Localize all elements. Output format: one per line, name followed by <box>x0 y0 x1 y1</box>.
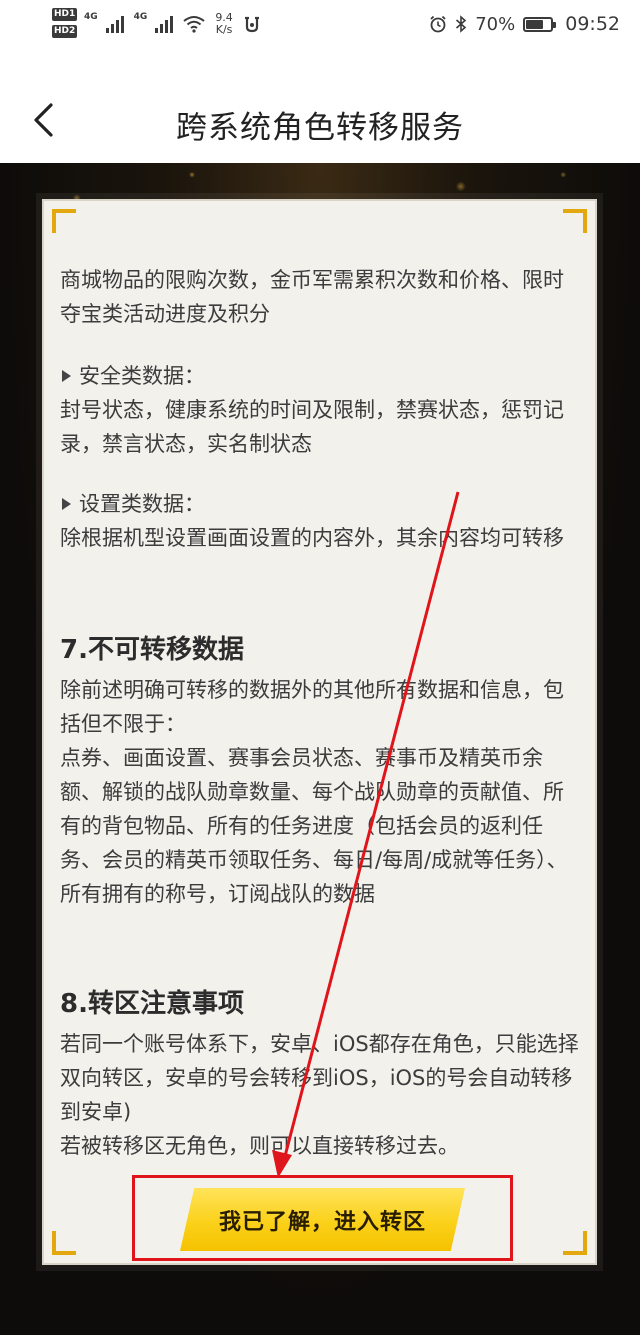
bluetooth-icon <box>456 15 467 33</box>
battery-icon <box>523 16 557 32</box>
settings-data-heading-text: 设置类数据： <box>79 492 205 516</box>
page-title: 跨系统角色转移服务 <box>176 110 464 146</box>
corner-decoration <box>563 209 587 233</box>
status-bar: HD1 HD2 4G 4G 9.4 K/s 70% 09:52 <box>0 0 640 48</box>
settings-data-heading: 设置类数据： <box>60 487 581 521</box>
clock: 09:52 <box>565 13 620 35</box>
corner-decoration <box>52 209 76 233</box>
section-8-title: 8.转区注意事项 <box>60 989 244 1019</box>
triangle-bullet-icon <box>62 498 71 510</box>
network-type-1: 4G <box>84 12 98 22</box>
section-8-paragraph-1: 若同一个账号体系下，安卓、iOS都存在角色，只能选择双向转区，安卓的号会转移到i… <box>60 1032 579 1124</box>
settings-data-body: 除根据机型设置画面设置的内容外，其余内容均可转移 <box>60 526 564 550</box>
settings-data-section: 设置类数据： 除根据机型设置画面设置的内容外，其余内容均可转移 <box>60 487 581 555</box>
security-data-section: 安全类数据： 封号状态，健康系统的时间及限制，禁赛状态，惩罚记录，禁言状态，实名… <box>60 359 581 461</box>
notification-icon <box>244 16 259 33</box>
status-right: 70% 09:52 <box>429 13 620 35</box>
section-8-body: 若同一个账号体系下，安卓、iOS都存在角色，只能选择双向转区，安卓的号会转移到i… <box>60 1027 581 1163</box>
hd-badge-icon: HD1 <box>52 8 78 21</box>
network-type-2: 4G <box>133 12 148 22</box>
wifi-icon <box>183 16 205 33</box>
section-7-title: 7.不可转移数据 <box>60 635 244 665</box>
enter-transfer-button[interactable]: 我已了解，进入转区 <box>180 1188 465 1251</box>
terms-card[interactable]: 商城物品的限购次数，金币军需累积次数和价格、限时夺宝类活动进度及积分 安全类数据… <box>42 199 597 1265</box>
security-data-body: 封号状态，健康系统的时间及限制，禁赛状态，惩罚记录，禁言状态，实名制状态 <box>60 398 564 456</box>
security-data-heading: 安全类数据： <box>60 359 581 393</box>
section-7-intro: 除前述明确可转移的数据外的其他所有数据和信息，包括但不限于： <box>60 678 564 736</box>
status-left: 4G 4G 9.4 K/s <box>84 12 261 36</box>
signal-icon <box>155 15 174 33</box>
content-area: 商城物品的限购次数，金币军需累积次数和价格、限时夺宝类活动进度及积分 安全类数据… <box>0 163 640 1335</box>
battery-percent: 70% <box>475 13 516 35</box>
section-7-list: 点券、画面设置、赛事会员状态、赛事币及精英币余额、解锁的战队勋章数量、每个战队勋… <box>60 746 568 906</box>
signal-icon <box>105 15 124 33</box>
section-8-paragraph-2: 若被转移区无角色，则可以直接转移过去。 <box>60 1134 459 1158</box>
corner-decoration <box>52 1231 76 1255</box>
section-7-body: 除前述明确可转移的数据外的其他所有数据和信息，包括但不限于： 点券、画面设置、赛… <box>60 673 581 911</box>
corner-decoration <box>563 1231 587 1255</box>
speed-icon: 9.4 K/s <box>215 12 233 36</box>
hd-indicators: HD1 HD2 <box>52 8 78 38</box>
hd-badge-icon: HD2 <box>52 25 78 38</box>
title-bar: 跨系统角色转移服务 <box>0 48 640 163</box>
alarm-icon <box>430 15 446 33</box>
speed-unit: K/s <box>215 23 233 36</box>
triangle-bullet-icon <box>62 370 71 382</box>
security-data-heading-text: 安全类数据： <box>79 364 205 388</box>
shop-data-paragraph: 商城物品的限购次数，金币军需累积次数和价格、限时夺宝类活动进度及积分 <box>60 268 564 326</box>
